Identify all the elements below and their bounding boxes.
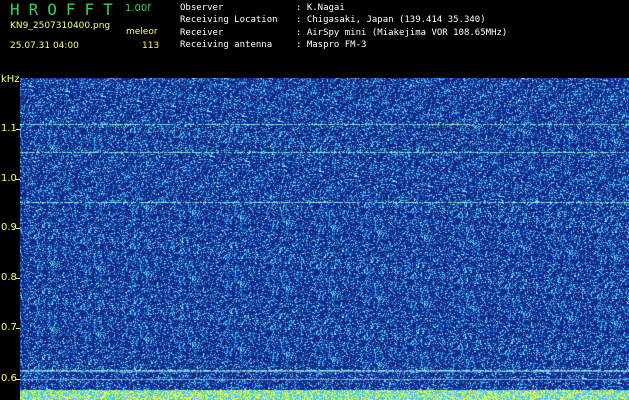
header: HROFFT 1.00f KN9_2507310400.png meleor 2… (0, 0, 629, 78)
echo-count: 113 (142, 41, 160, 51)
y-tick-label: 1.0 (1, 173, 17, 184)
metadata-row-observer: Observer: K.Nagai (180, 3, 345, 13)
observation-metadata: Observer: K.Nagai Receiving Location: Ch… (180, 2, 507, 52)
station-label: meleor (126, 27, 158, 37)
metadata-row-receiver: Receiver: AirSpy mini (Miakejima VOR 108… (180, 27, 508, 38)
spectrogram-plot (20, 78, 629, 400)
y-tick-label: 0.8 (1, 272, 17, 283)
spectrogram-canvas (20, 78, 629, 400)
timestamp: 25.07.31 04:00 (10, 41, 79, 51)
y-tick-label: 1.1 (1, 123, 17, 134)
metadata-row-location: Receiving Location: Chigasaki, Japan (13… (180, 15, 486, 26)
metadata-row-antenna: Receiving antenna: Maspro FM-3 (180, 40, 367, 51)
file-name: KN9_2507310400.png (10, 21, 111, 31)
y-tick-label: 0.6 (1, 373, 17, 384)
app-logo: HROFFT (10, 0, 122, 19)
y-axis-unit: kHz (1, 74, 20, 85)
app-version: 1.00f (125, 3, 151, 14)
y-tick-label: 0.9 (1, 222, 17, 233)
y-tick-label: 0.7 (1, 322, 17, 333)
